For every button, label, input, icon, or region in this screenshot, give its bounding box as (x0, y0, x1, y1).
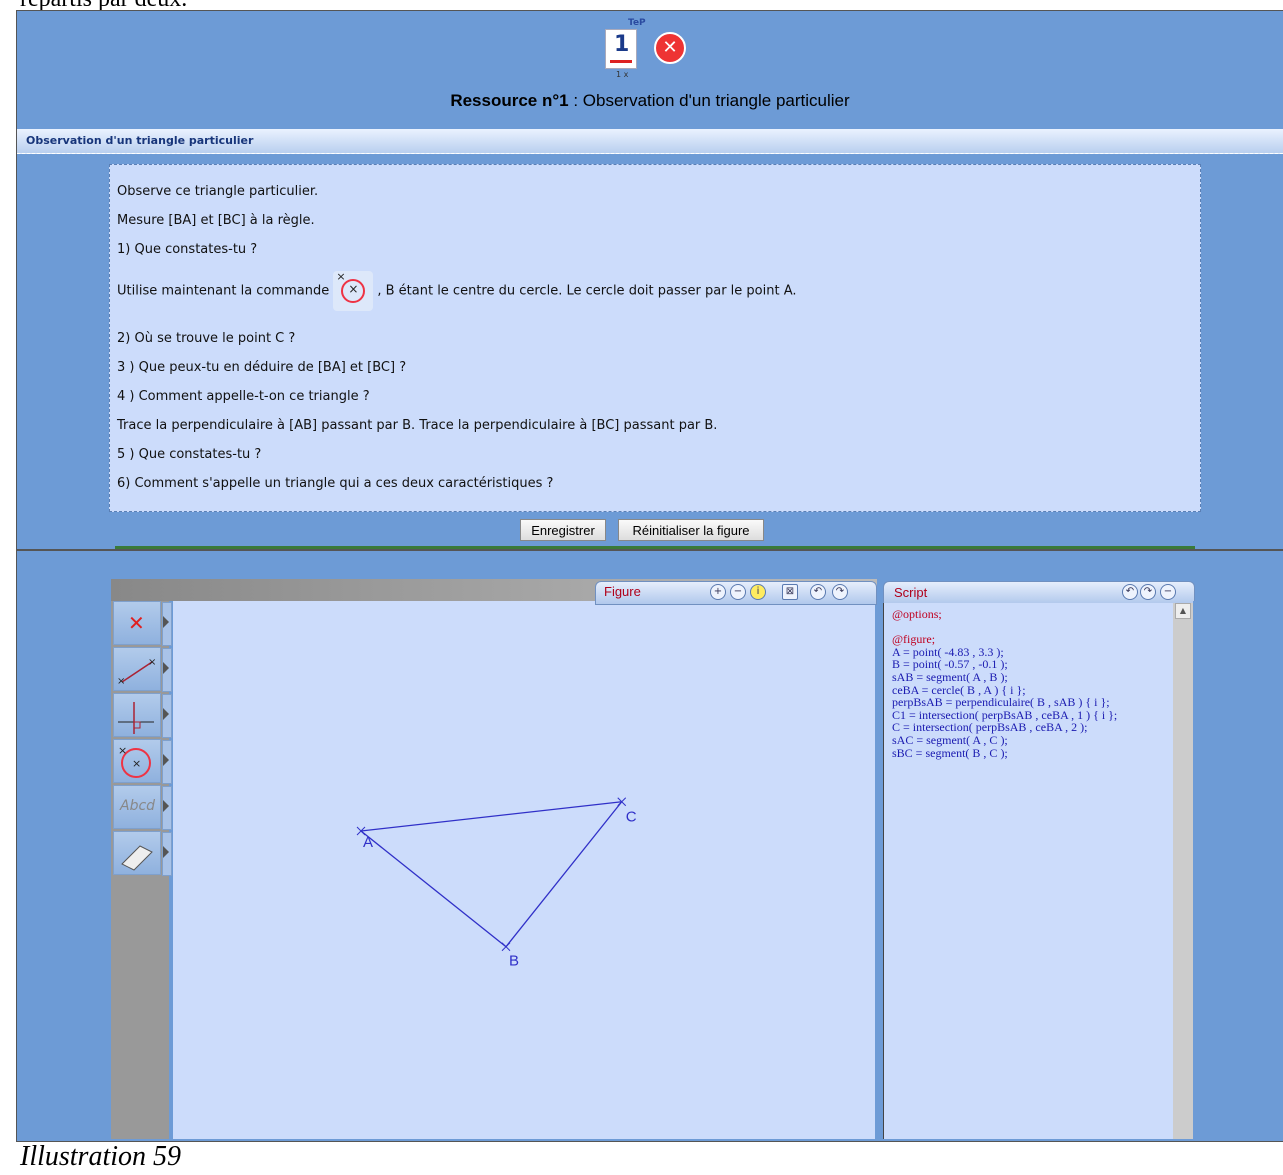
instruction-text: Utilise maintenant la commande (117, 283, 330, 299)
circle-icon: ×× (118, 744, 151, 778)
label-b: B (509, 953, 519, 970)
instruction-line: Trace la perpendiculaire à [AB] passant … (117, 418, 718, 433)
script-redo-icon[interactable]: ↷ (1140, 584, 1156, 600)
instruction-text: , B étant le centre du cercle. Le cercle… (377, 283, 797, 299)
script-tab-label: Script (894, 585, 928, 600)
doc-icon-bar (610, 60, 632, 63)
script-undo-icon[interactable]: ↶ (1122, 584, 1138, 600)
label-a: A (363, 834, 373, 851)
undo-icon[interactable]: ↶ (810, 584, 826, 600)
figure-strip (115, 546, 1195, 549)
tool-rail: ✕ × × × × Abcd (113, 601, 172, 877)
segment-ab[interactable] (360, 830, 507, 948)
instruction-line: 5 ) Que constates-tu ? (117, 447, 262, 462)
figure-tab-label: Figure (604, 584, 641, 599)
instruction-line-with-icon: Utilise maintenant la commande × × , B ét… (117, 270, 797, 311)
resource-panel: Observe ce triangle particulier. Mesure … (17, 154, 1283, 549)
doc-icon-number: 1 (614, 32, 630, 57)
script-scrollbar[interactable]: ▲ (1173, 603, 1193, 1139)
geometry-drawing[interactable]: A B C (173, 601, 875, 1139)
resource-title-bold: Ressource n°1 (450, 91, 569, 110)
svg-text:×: × (132, 757, 141, 770)
eraser-tool[interactable] (113, 831, 172, 876)
instruction-line: Mesure [BA] et [BC] à la règle. (117, 213, 315, 228)
resource-document-icon[interactable]: 1 TeP 1 x (605, 18, 646, 79)
segment-icon: ×× (117, 657, 156, 687)
fullscreen-icon[interactable]: ⊠ (782, 584, 798, 600)
scroll-up-icon[interactable]: ▲ (1175, 603, 1191, 619)
script-editor[interactable]: @options; @figure; A = point( -4.83 , 3.3… (883, 603, 1174, 1139)
eraser-icon (121, 845, 153, 871)
zoom-in-icon[interactable]: + (710, 584, 726, 600)
segment-bc[interactable] (505, 801, 623, 948)
doc-icon-mult: 1 x (616, 70, 629, 79)
text-tool[interactable]: Abcd (113, 785, 172, 830)
figure-frame: ✕ × × × × Abcd ABC Figure + − i ⊠ ↶ ↷ Sc… (16, 550, 1283, 1142)
svg-text:×: × (117, 676, 125, 687)
doc-icon-badge: TeP (628, 18, 646, 28)
instruction-line: 2) Où se trouve le point C ? (117, 331, 296, 346)
perpendicular-icon (118, 702, 154, 734)
circle-tool-icon: × × (333, 270, 374, 311)
segment-tool[interactable]: × × (113, 647, 172, 692)
instruction-line: 1) Que constates-tu ? (117, 242, 258, 257)
delete-tool[interactable]: ✕ (113, 601, 172, 646)
save-button[interactable]: Enregistrer (520, 519, 606, 541)
redo-icon[interactable]: ↷ (832, 584, 848, 600)
zoom-out-icon[interactable]: − (730, 584, 746, 600)
segment-ac[interactable] (360, 801, 622, 832)
right-margin (1193, 601, 1283, 1141)
perpendicular-tool[interactable] (113, 693, 172, 738)
point-b[interactable] (501, 942, 511, 952)
script-collapse-icon[interactable]: − (1160, 584, 1176, 600)
reset-figure-button[interactable]: Réinitialiser la figure (618, 519, 764, 541)
script-line: sBC = segment( B , C ); (892, 745, 1008, 760)
svg-text:×: × (118, 744, 127, 757)
instruction-line: 4 ) Comment appelle-t-on ce triangle ? (117, 389, 370, 404)
script-line: @options; (892, 607, 942, 621)
label-c: C (626, 809, 637, 826)
figure-tab[interactable]: Figure + − i ⊠ ↶ ↷ (595, 581, 877, 605)
section-title: Observation d'un triangle particulier (26, 134, 254, 147)
figure-caption: Illustration 59 (20, 1141, 182, 1172)
resource-frame: 1 TeP 1 x ✕ Ressource n°1 : Observation … (16, 10, 1283, 550)
resource-title-rest: : Observation d'un triangle particulier (568, 91, 850, 110)
resource-title: Ressource n°1 : Observation d'un triangl… (17, 91, 1283, 111)
instruction-line: Observe ce triangle particulier. (117, 184, 319, 199)
script-tab[interactable]: Script ↶ ↷ − (883, 581, 1195, 605)
instruction-line: 3 ) Que peux-tu en déduire de [BA] et [B… (117, 360, 407, 375)
text-tool-icon: Abcd (120, 798, 156, 814)
svg-text:×: × (148, 657, 156, 668)
close-icon[interactable]: ✕ (654, 32, 686, 64)
instruction-line: 6) Comment s'appelle un triangle qui a c… (117, 476, 554, 491)
resource-icons: 1 TeP 1 x ✕ (605, 18, 715, 79)
instructions-box: Observe ce triangle particulier. Mesure … (109, 164, 1201, 512)
circle-tool[interactable]: × × (113, 739, 172, 784)
info-icon[interactable]: i (750, 584, 766, 600)
delete-icon: ✕ (128, 611, 145, 635)
section-title-bar: Observation d'un triangle particulier (17, 129, 1283, 154)
figure-canvas[interactable]: A B C (173, 601, 875, 1139)
